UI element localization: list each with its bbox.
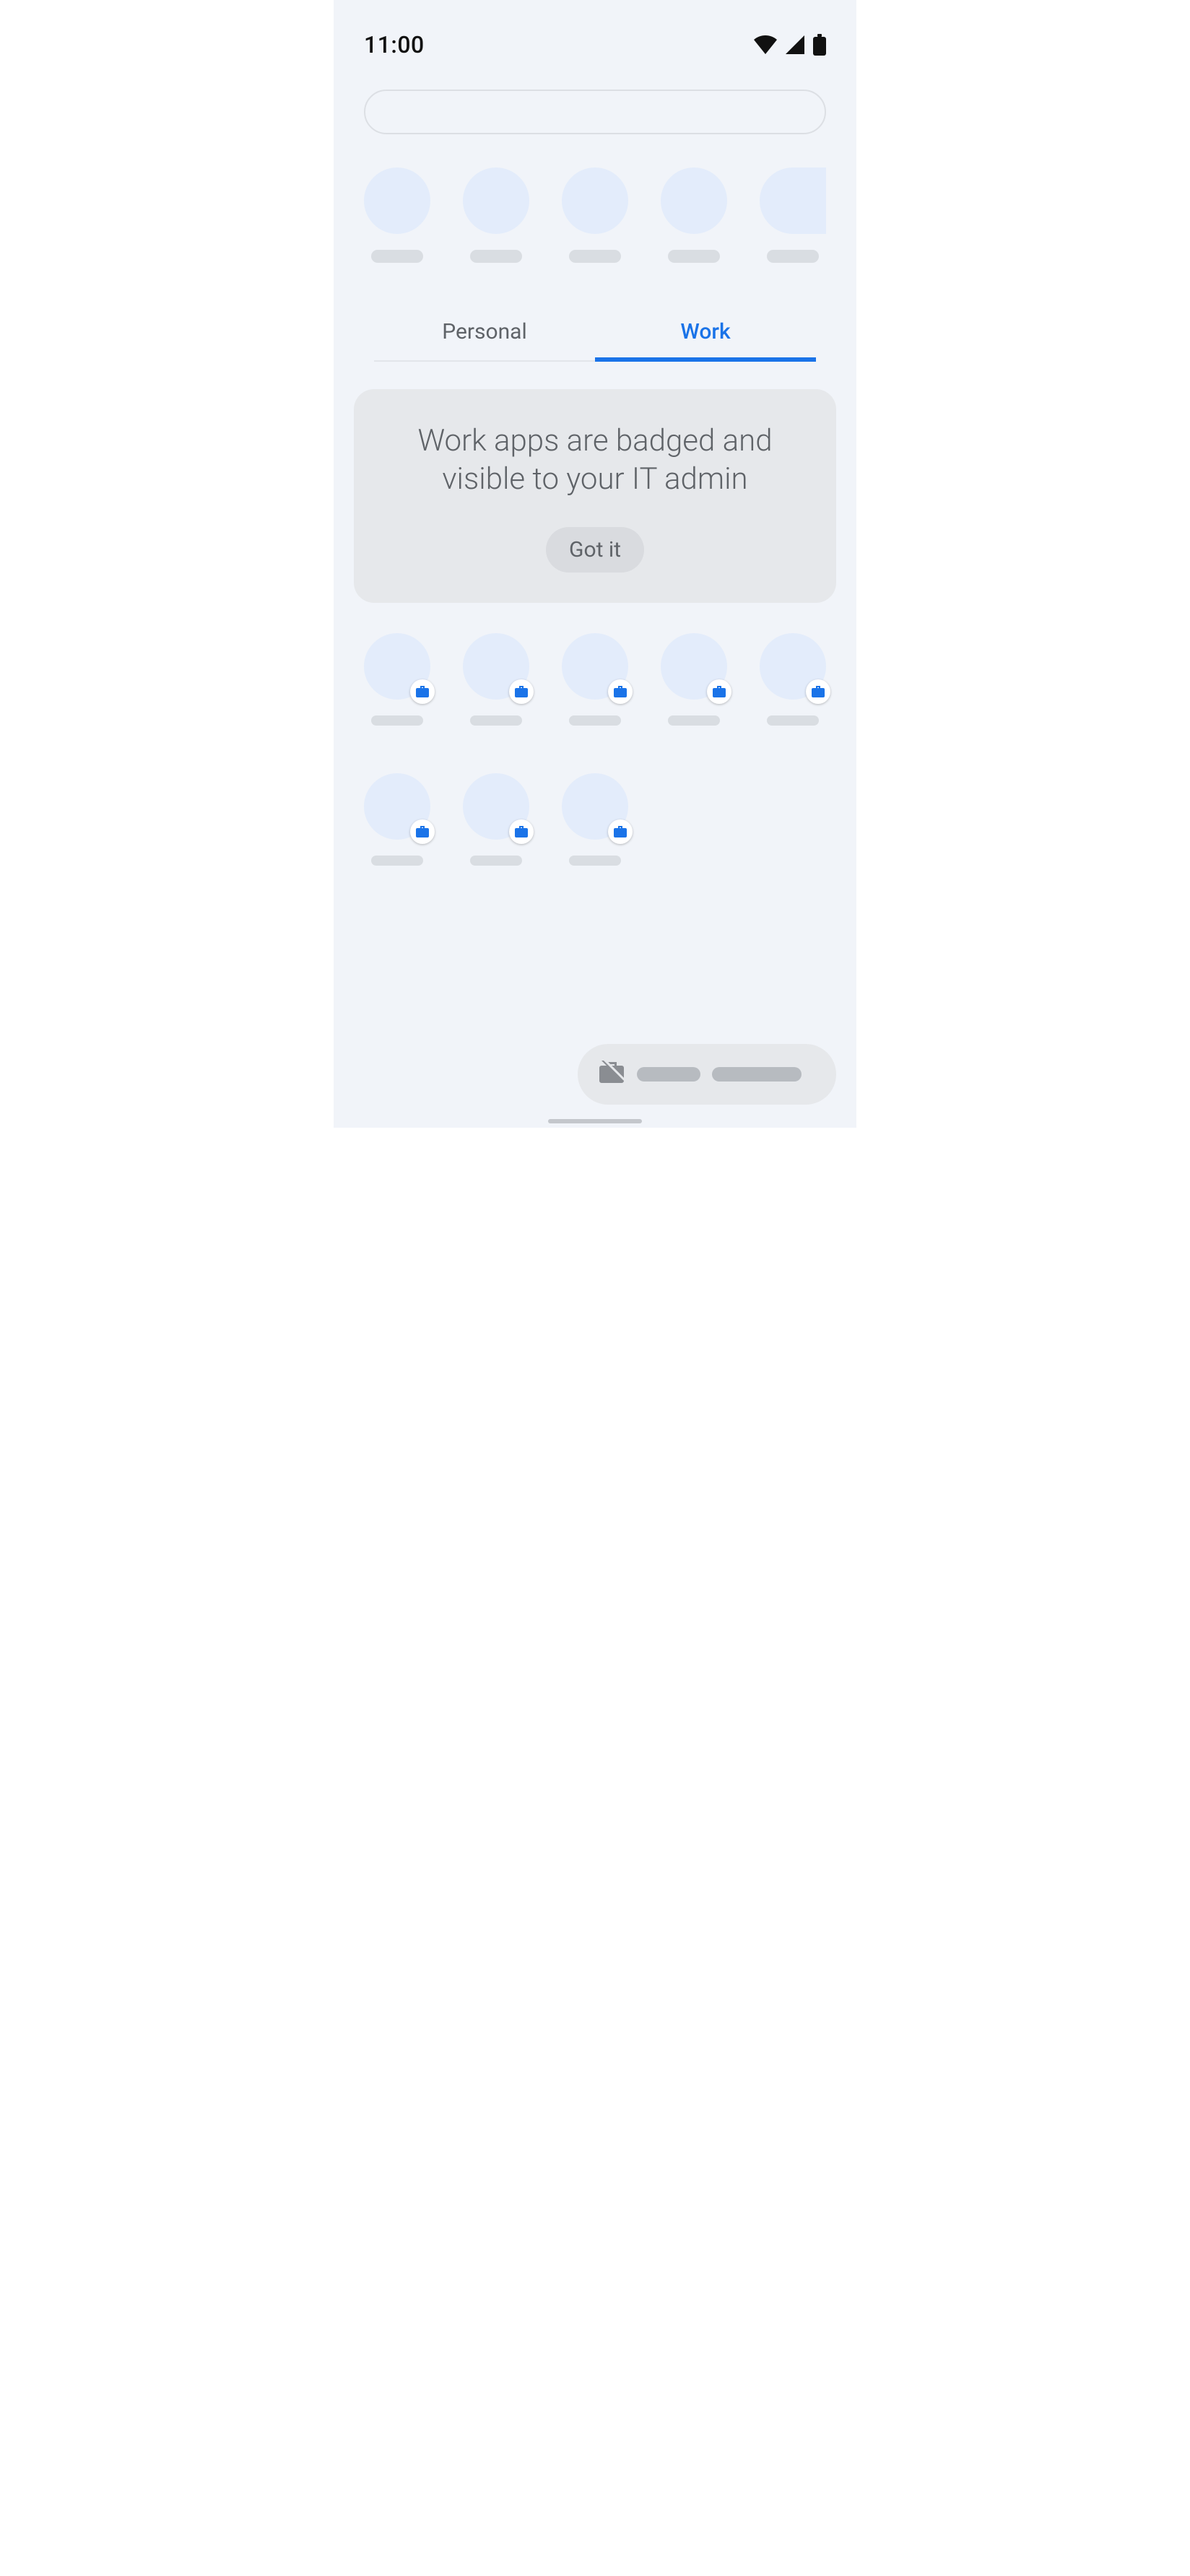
work-app-item[interactable] xyxy=(562,773,628,866)
status-icons xyxy=(754,34,826,56)
briefcase-icon xyxy=(509,679,534,704)
work-app-item[interactable] xyxy=(364,633,430,726)
nav-home-handle[interactable] xyxy=(548,1119,642,1123)
app-item[interactable] xyxy=(661,167,727,263)
briefcase-icon xyxy=(410,819,435,844)
app-item[interactable] xyxy=(562,167,628,263)
work-app-item[interactable] xyxy=(661,633,727,726)
search-input[interactable] xyxy=(364,90,826,134)
status-bar: 11:00 xyxy=(334,0,856,65)
app-label xyxy=(371,715,423,726)
suggested-apps-row xyxy=(364,167,826,263)
briefcase-icon xyxy=(707,679,731,704)
work-apps-row xyxy=(364,773,826,866)
work-app-item[interactable] xyxy=(760,633,826,726)
app-label xyxy=(470,250,522,263)
briefcase-icon xyxy=(509,819,534,844)
app-label xyxy=(569,250,621,263)
app-label xyxy=(371,250,423,263)
pill-text-placeholder xyxy=(712,1067,802,1082)
app-label xyxy=(668,715,720,726)
work-app-item[interactable] xyxy=(562,633,628,726)
got-it-button[interactable]: Got it xyxy=(546,527,644,573)
tab-personal[interactable]: Personal xyxy=(374,308,595,360)
app-label xyxy=(767,715,819,726)
briefcase-icon xyxy=(806,679,830,704)
app-item[interactable] xyxy=(364,167,430,263)
work-app-item[interactable] xyxy=(463,773,529,866)
app-label xyxy=(668,250,720,263)
app-label xyxy=(371,856,423,866)
work-app-item[interactable] xyxy=(364,773,430,866)
app-label xyxy=(470,856,522,866)
signal-icon xyxy=(786,35,804,54)
work-profile-notice: Work apps are badged and visible to your… xyxy=(354,389,836,603)
app-icon xyxy=(661,167,727,234)
app-label xyxy=(767,250,819,263)
app-label xyxy=(569,715,621,726)
briefcase-icon xyxy=(608,679,633,704)
app-icon xyxy=(364,167,430,234)
app-icon xyxy=(463,167,529,234)
tab-work[interactable]: Work xyxy=(595,308,816,362)
battery-icon xyxy=(813,34,826,56)
profile-tabs: Personal Work xyxy=(374,308,816,362)
briefcase-icon xyxy=(410,679,435,704)
app-label xyxy=(569,856,621,866)
app-item[interactable] xyxy=(760,167,826,263)
app-icon xyxy=(760,167,826,234)
work-profile-toggle-pill[interactable] xyxy=(578,1044,836,1105)
work-apps-row xyxy=(364,633,826,726)
app-drawer-screen: 11:00 xyxy=(334,0,856,1128)
work-app-item[interactable] xyxy=(463,633,529,726)
app-label xyxy=(470,715,522,726)
wifi-icon xyxy=(754,35,777,54)
notice-message: Work apps are badged and visible to your… xyxy=(383,422,807,498)
clock: 11:00 xyxy=(364,31,425,58)
pill-text-placeholder xyxy=(637,1067,700,1082)
briefcase-off-icon xyxy=(598,1061,625,1088)
app-icon xyxy=(562,167,628,234)
app-item[interactable] xyxy=(463,167,529,263)
briefcase-icon xyxy=(608,819,633,844)
